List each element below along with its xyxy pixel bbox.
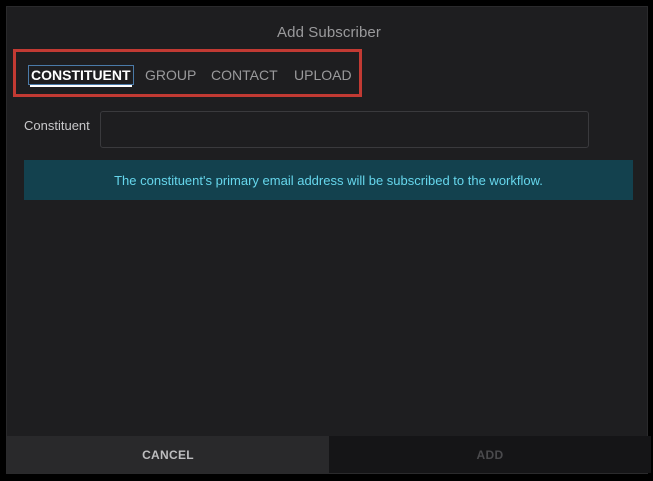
constituent-label: Constituent [24,118,90,133]
cancel-button[interactable]: CANCEL [7,436,329,473]
tab-group[interactable]: GROUP [145,67,196,83]
tab-contact[interactable]: CONTACT [211,67,278,83]
add-subscriber-dialog: Add Subscriber CONSTITUENT GROUP CONTACT… [7,7,651,473]
tab-constituent[interactable]: CONSTITUENT [28,65,134,87]
info-message: The constituent's primary email address … [114,172,543,188]
tab-upload[interactable]: UPLOAD [294,67,352,83]
dialog-title: Add Subscriber [277,24,381,41]
info-banner: The constituent's primary email address … [24,160,633,200]
dialog-footer: CANCEL ADD [7,436,651,473]
constituent-input[interactable] [100,111,589,148]
add-button[interactable]: ADD [329,436,651,473]
